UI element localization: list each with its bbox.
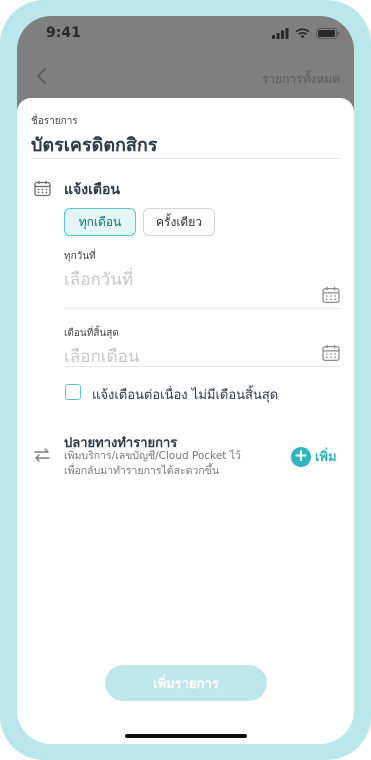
calendar-icon [34, 180, 51, 197]
home-indicator [125, 734, 247, 738]
item-name-value[interactable]: บัตรเครดิตกสิกร [31, 130, 157, 159]
end-month-divider [64, 366, 340, 367]
end-month-label: เดือนที่สิ้นสุด [64, 328, 119, 339]
back-chevron-icon[interactable] [35, 66, 49, 86]
continuous-label: แจ้งเตือนต่อเนื่อง ไม่มีเดือนสิ้นสุด [92, 388, 279, 403]
status-time: 9:41 [46, 25, 81, 41]
option-once-button[interactable]: ครั้งเดียว [143, 208, 215, 236]
option-monthly-button[interactable]: ทุกเดือน [64, 208, 136, 236]
notify-title: แจ้งเตือน [64, 182, 120, 198]
add-destination-button[interactable]: + เพิ่ม [291, 446, 337, 467]
continuous-checkbox[interactable] [65, 384, 81, 400]
add-destination-label: เพิ่ม [315, 450, 337, 465]
destination-description: เพิ่มบริการ/เลขบัญชี/Cloud Pocket ไว้ เพ… [64, 449, 241, 479]
plus-circle-icon: + [291, 446, 311, 467]
date-picker-icon[interactable] [322, 286, 340, 304]
form-sheet: ชื่อรายการ บัตรเครดิตกสิกร แจ้งเตือน ทุก… [17, 98, 354, 744]
every-day-input[interactable]: เลือกวันที่ [64, 266, 133, 293]
transfer-arrows-icon [34, 448, 50, 462]
month-picker-icon[interactable] [322, 344, 340, 362]
every-day-divider [64, 308, 340, 309]
destination-desc-line-1: เพิ่มบริการ/เลขบัญชี/Cloud Pocket ไว้ [64, 450, 241, 462]
signal-icon [272, 28, 289, 39]
status-bar: 9:41 [17, 16, 354, 54]
name-divider [31, 158, 340, 159]
battery-icon [316, 28, 340, 39]
app-screen: 9:41 รายการทั้งหมด ชื่อรายการ บัตรเครดิต… [17, 16, 354, 744]
device-frame: 9:41 รายการทั้งหมด ชื่อรายการ บัตรเครดิต… [0, 0, 371, 760]
wifi-icon [295, 28, 310, 39]
status-icons [272, 28, 340, 39]
submit-button[interactable]: เพิ่มรายการ [105, 665, 267, 701]
all-items-link[interactable]: รายการทั้งหมด [262, 70, 340, 89]
destination-desc-line-2: เพื่อกลับมาทำรายการได้สะดวกขึ้น [64, 465, 220, 477]
item-name-label: ชื่อรายการ [31, 116, 78, 127]
nav-bar: รายการทั้งหมด [17, 60, 354, 100]
every-day-label: ทุกวันที่ [64, 251, 96, 262]
